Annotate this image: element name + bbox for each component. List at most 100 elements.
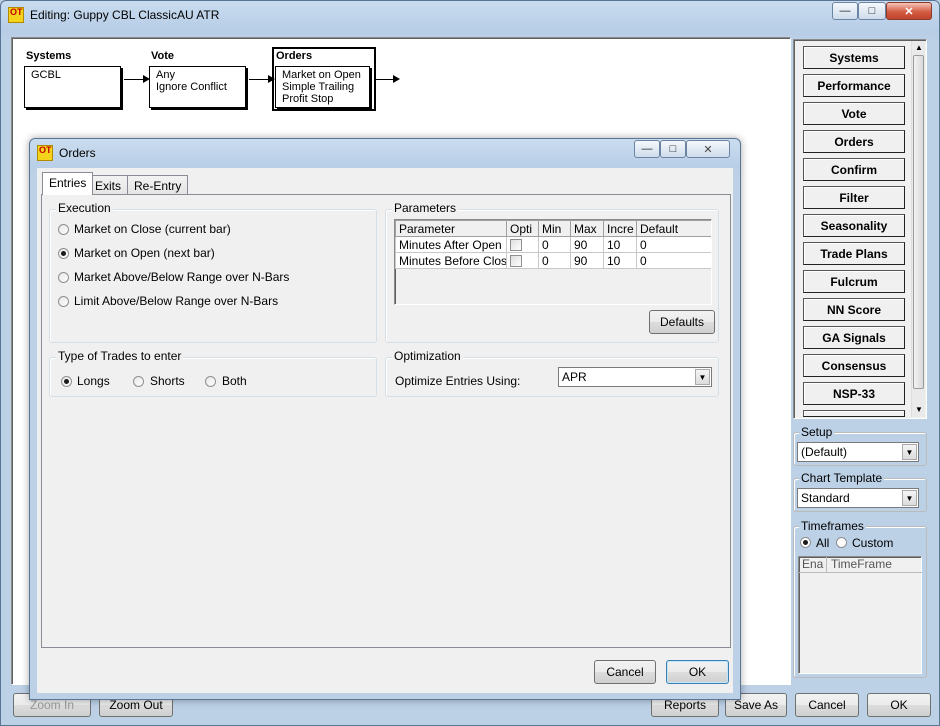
chevron-down-icon[interactable]: ▼ (695, 369, 710, 385)
col-max[interactable]: Max (570, 220, 604, 237)
scroll-down-icon[interactable]: ▼ (915, 405, 923, 414)
cell-max[interactable]: 90 (570, 236, 604, 253)
dialog-maximize-button[interactable]: □ (660, 140, 686, 158)
scroll-up-icon[interactable]: ▲ (915, 43, 923, 52)
execution-option-market-range: Market Above/Below Range over N-Bars (74, 270, 290, 284)
component-button-seasonality[interactable]: Seasonality (803, 214, 905, 237)
component-button-performance[interactable]: Performance (803, 74, 905, 97)
flow-systems-line: GCBL (31, 69, 61, 81)
flow-orders-box[interactable]: Market on Open Simple Trailing Profit St… (275, 66, 370, 108)
setup-select[interactable]: (Default) ▼ (797, 442, 919, 462)
col-incre[interactable]: Incre (603, 220, 637, 237)
scroll-thumb[interactable] (913, 55, 924, 389)
dialog-minimize-button[interactable]: — (634, 140, 660, 158)
cancel-button[interactable]: Cancel (795, 693, 859, 717)
execution-radio-close[interactable] (58, 224, 69, 235)
cell-incre[interactable]: 10 (603, 252, 637, 269)
tf-all-radio[interactable] (800, 537, 811, 548)
dialog-close-button[interactable]: ✕ (686, 140, 730, 158)
col-min[interactable]: Min (538, 220, 571, 237)
trade-type-radio-shorts[interactable] (133, 376, 144, 387)
tf-col-enabled[interactable]: Ena (799, 557, 827, 573)
cell-max[interactable]: 90 (570, 252, 604, 269)
component-button-nn-score[interactable]: NN Score (803, 298, 905, 321)
tab-entries[interactable]: Entries (42, 172, 94, 195)
timeframes-list[interactable]: Ena TimeFrame (798, 556, 922, 674)
maximize-button[interactable]: □ (858, 2, 886, 20)
table-row[interactable]: Minutes After Open 0 90 10 0 (395, 236, 711, 253)
component-button-filter[interactable]: Filter (803, 186, 905, 209)
execution-radio-open[interactable] (58, 248, 69, 259)
flow-orders-header: Orders (276, 50, 313, 62)
flow-systems-header: Systems (26, 50, 72, 62)
cell-incre[interactable]: 10 (603, 236, 637, 253)
table-row[interactable]: Minutes Before Clos 0 90 10 0 (395, 252, 711, 269)
orders-dialog: OT Orders — □ ✕ Entries Exits Re-Entry E… (29, 138, 741, 700)
tf-custom-radio[interactable] (836, 537, 847, 548)
cell-parameter[interactable]: Minutes Before Clos (395, 252, 507, 269)
setup-label: Setup (799, 425, 835, 439)
flow-vote-line: Any (156, 69, 175, 81)
execution-option-open: Market on Open (next bar) (74, 246, 215, 260)
cell-default[interactable]: 0 (636, 236, 711, 253)
opti-checkbox[interactable] (510, 255, 522, 268)
col-default[interactable]: Default (636, 220, 711, 237)
defaults-button[interactable]: Defaults (649, 310, 715, 334)
tab-reentry[interactable]: Re-Entry (127, 175, 189, 195)
optimization-label: Optimization (392, 349, 463, 363)
component-button-fulcrum[interactable]: Fulcrum (803, 270, 905, 293)
col-parameter[interactable]: Parameter (395, 220, 507, 237)
trade-type-radio-longs[interactable] (61, 376, 72, 387)
component-button-confirm[interactable]: Confirm (803, 158, 905, 181)
tf-col-timeframe[interactable]: TimeFrame (827, 557, 922, 573)
component-button-trade-plans[interactable]: Trade Plans (803, 242, 905, 265)
chart-template-select[interactable]: Standard ▼ (797, 488, 919, 508)
execution-radio-limit-range[interactable] (58, 296, 69, 307)
cell-default[interactable]: 0 (636, 252, 711, 269)
chevron-down-icon[interactable]: ▼ (902, 444, 917, 460)
flow-systems-box[interactable]: GCBL (24, 66, 121, 108)
chart-template-label: Chart Template (799, 471, 885, 485)
flow-arrow (376, 79, 394, 80)
execution-radio-market-range[interactable] (58, 272, 69, 283)
flow-vote-box[interactable]: Any Ignore Conflict (149, 66, 246, 108)
dialog-cancel-button[interactable]: Cancel (594, 660, 656, 684)
tf-custom-label: Custom (852, 536, 894, 550)
optimize-entries-select[interactable]: APR ▼ (558, 367, 712, 387)
dialog-client: Entries Exits Re-Entry Execution Market … (37, 168, 733, 693)
component-list-scrollbar[interactable]: ▲ ▼ (911, 41, 925, 417)
flow-arrow (124, 79, 144, 80)
setup-value: (Default) (801, 445, 848, 459)
flow-arrow-head (393, 75, 400, 83)
component-button-orders[interactable]: Orders (803, 130, 905, 153)
close-button[interactable]: ✕ (886, 2, 932, 20)
tab-exits[interactable]: Exits (88, 175, 129, 195)
col-opti[interactable]: Opti (506, 220, 539, 237)
cell-min[interactable]: 0 (538, 236, 571, 253)
component-button-systems[interactable]: Systems (803, 46, 905, 69)
ot-app-icon: OT (8, 7, 24, 23)
optimize-entries-label: Optimize Entries Using: (395, 374, 521, 388)
trade-type-radio-both[interactable] (205, 376, 216, 387)
component-button-ga-signals[interactable]: GA Signals (803, 326, 905, 349)
component-button-nsp-35[interactable]: NSP-35 (803, 410, 905, 417)
cell-opti[interactable] (506, 252, 539, 269)
execution-option-close: Market on Close (current bar) (74, 222, 231, 236)
cell-min[interactable]: 0 (538, 252, 571, 269)
opti-checkbox[interactable] (510, 239, 522, 252)
cell-parameter[interactable]: Minutes After Open (395, 236, 507, 253)
ok-button[interactable]: OK (867, 693, 931, 717)
minimize-button[interactable]: — (832, 2, 858, 20)
parameters-grid[interactable]: Parameter Opti Min Max Incre Default Min… (394, 219, 712, 305)
trade-types-label: Type of Trades to enter (56, 349, 184, 363)
ot-app-icon: OT (37, 145, 53, 161)
component-button-vote[interactable]: Vote (803, 102, 905, 125)
component-button-consensus[interactable]: Consensus (803, 354, 905, 377)
trade-type-both: Both (222, 374, 247, 388)
flow-vote-line: Ignore Conflict (156, 81, 227, 93)
cell-opti[interactable] (506, 236, 539, 253)
chevron-down-icon[interactable]: ▼ (902, 490, 917, 506)
flow-vote-header: Vote (151, 50, 175, 62)
component-button-nsp-33[interactable]: NSP-33 (803, 382, 905, 405)
dialog-ok-button[interactable]: OK (666, 660, 729, 684)
